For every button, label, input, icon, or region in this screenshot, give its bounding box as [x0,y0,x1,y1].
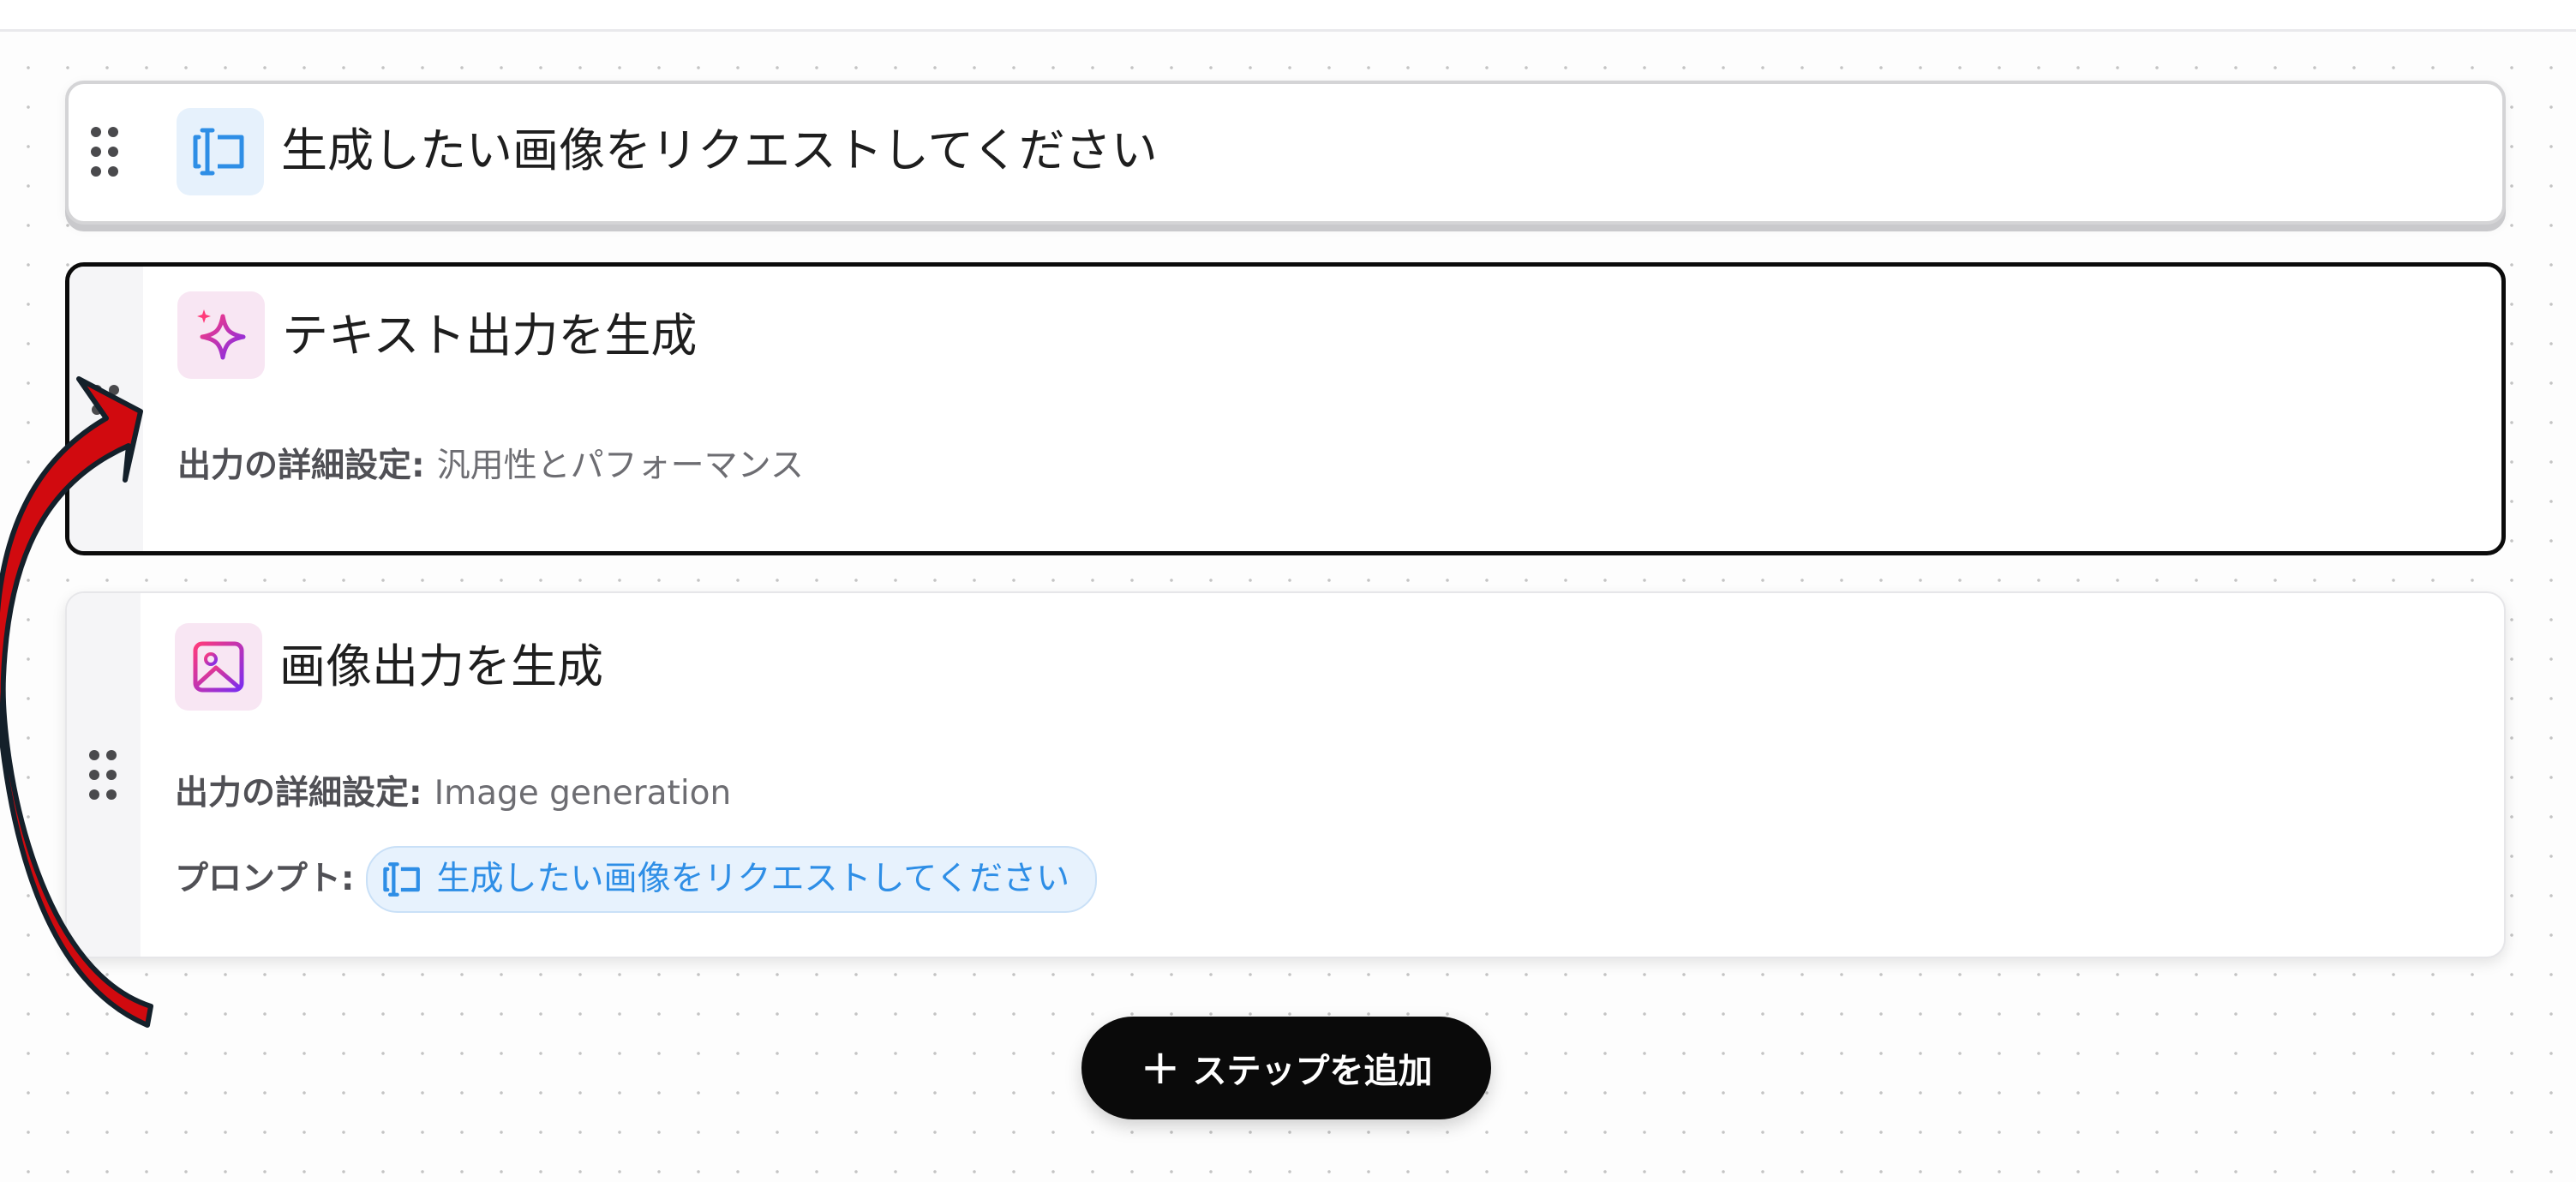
drag-strip [69,84,142,221]
step-card-image-generation[interactable]: 画像出力を生成 出力の詳細設定 : Image generation プロンプト… [65,591,2506,958]
details-separator: : [409,774,422,813]
text-input-icon [383,862,421,897]
drag-handle-icon[interactable] [87,125,122,180]
plus-icon: + [1140,1040,1181,1095]
step-title: 画像出力を生成 [279,639,603,693]
step-card-request[interactable]: 生成したい画像をリクエストしてください [65,81,2506,225]
details-label: 出力の詳細設定 [177,447,412,485]
prompt-chip[interactable]: 生成したい画像をリクエストしてください [366,846,1098,913]
image-icon [175,623,262,711]
step-title: テキスト出力を生成 [282,309,698,363]
step-title: 生成したい画像をリクエストしてください [281,123,1158,177]
details-separator: : [411,447,425,485]
drag-handle-icon[interactable] [86,748,120,803]
drag-handle-icon[interactable] [88,383,123,438]
prompt-chip-label: 生成したい画像をリクエストしてください [436,860,1070,898]
drag-strip [69,267,143,551]
top-divider [0,0,2576,32]
output-details: 出力の詳細設定 : Image generation [175,773,731,814]
details-label: 出力の詳細設定 [175,774,410,813]
prompt-label: プロンプト [175,860,341,898]
prompt-row: プロンプト : 生成したい画像をリクエストしてください [175,846,1098,913]
drag-strip [67,593,141,957]
sparkle-icon [177,291,265,379]
text-input-icon [177,108,264,195]
add-step-button[interactable]: + ステップを追加 [1081,1017,1491,1119]
details-value: Image generation [434,774,732,813]
details-value: 汎用性とパフォーマンス [436,447,804,485]
add-step-label: ステップを追加 [1192,1052,1433,1091]
step-card-text-generation[interactable]: テキスト出力を生成 出力の詳細設定 : 汎用性とパフォーマンス [65,262,2506,555]
output-details: 出力の詳細設定 : 汎用性とパフォーマンス [177,446,804,487]
prompt-separator: : [340,860,355,898]
